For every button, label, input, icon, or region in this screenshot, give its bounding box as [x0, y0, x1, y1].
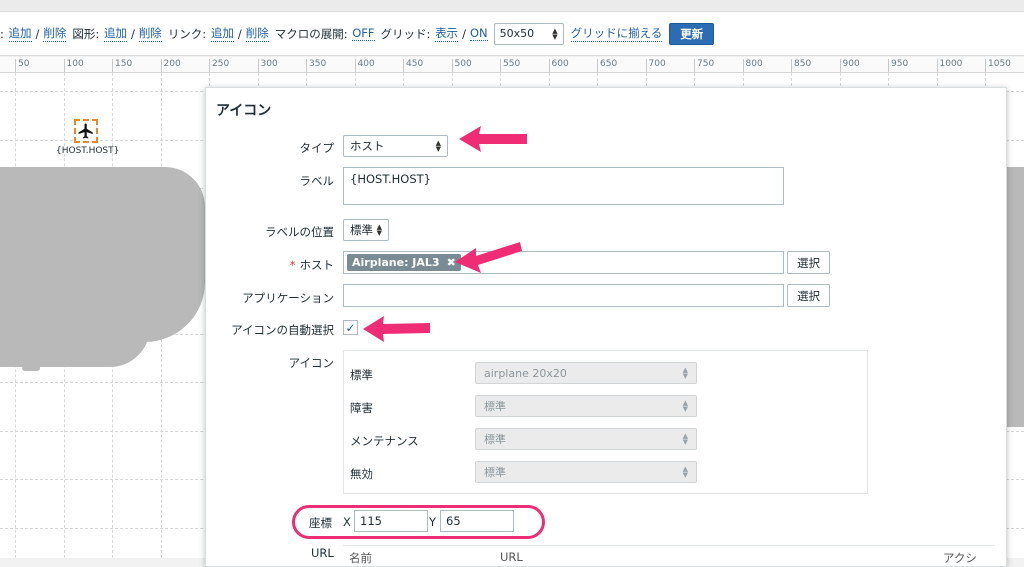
annotation-arrow-icon: [363, 316, 430, 342]
url-col-action: アクシ: [943, 551, 977, 565]
ruler-tick: 1050: [985, 59, 1011, 72]
delete-element-link[interactable]: 削除: [43, 25, 67, 42]
add-link-link[interactable]: 追加: [210, 25, 234, 42]
add-element-link[interactable]: 追加: [8, 25, 32, 42]
ruler-tick: 200: [160, 59, 181, 72]
host-multiselect[interactable]: Airplane: JAL3 ✖: [343, 251, 784, 274]
ruler-tick: 300: [257, 59, 278, 72]
delete-link-link[interactable]: 削除: [245, 25, 269, 42]
checkmark-icon: ✓: [345, 320, 356, 335]
panel-title: アイコン: [216, 103, 272, 119]
icon-settings-box: 標準 airplane 20x20 ▲ ▼ 障害 標準 ▲ ▼ メンテナンス 標準 ▲ ▼ …: [343, 350, 868, 494]
icon-maintenance-select[interactable]: 標準 ▲ ▼: [475, 428, 697, 450]
ruler-tick: 450: [403, 59, 423, 72]
map-element-host[interactable]: {HOST.HOST}: [56, 119, 120, 156]
link-label: リンク:: [167, 26, 207, 41]
application-select-button[interactable]: 選択: [787, 284, 830, 307]
host-label: * ホスト: [289, 258, 334, 272]
updown-arrows-icon: ▲ ▼: [682, 399, 688, 413]
updown-arrows-icon: ▲ ▼: [435, 139, 441, 153]
host-chip[interactable]: Airplane: JAL3 ✖: [347, 254, 461, 271]
macro-label: マクロの展開:: [274, 26, 348, 41]
label-textarea[interactable]: {HOST.HOST}: [343, 167, 784, 205]
url-col-url: URL: [500, 550, 523, 564]
grid-size-select[interactable]: 50x50 ▲ ▼: [493, 22, 564, 45]
macro-toggle[interactable]: OFF: [352, 26, 375, 41]
icon-label: アイコン: [288, 356, 334, 370]
grid-on-toggle[interactable]: ON: [469, 26, 488, 41]
horizontal-ruler: 50 100 150 200 250 300 350 400 450 500 550 600 650 70…: [0, 57, 1024, 73]
type-select[interactable]: ホスト ▲ ▼: [343, 135, 448, 157]
application-input[interactable]: [343, 284, 784, 307]
ruler-tick: 250: [209, 59, 229, 72]
map-element-caption: {HOST.HOST}: [56, 146, 120, 156]
add-shape-link[interactable]: 追加: [103, 25, 127, 42]
icon-maintenance-label: メンテナンス: [350, 434, 419, 448]
ruler-tick: 700: [645, 59, 666, 72]
map-land-right: [1007, 167, 1024, 427]
map-island: [22, 365, 40, 371]
airplane-icon: [78, 123, 93, 139]
update-button[interactable]: 更新: [669, 22, 715, 45]
url-table-header: 名前 URL アクシ: [343, 545, 995, 567]
ruler-tick: 750: [694, 59, 714, 72]
host-select-button[interactable]: 選択: [787, 251, 830, 274]
auto-icon-label: アイコンの自動選択: [231, 323, 334, 337]
updown-arrows-icon: ▲ ▼: [682, 366, 688, 380]
annotation-highlight-oval: [292, 505, 545, 539]
align-to-grid-link[interactable]: グリッドに揃える: [570, 25, 663, 42]
ruler-tick: 600: [548, 59, 569, 72]
url-col-name: 名前: [349, 551, 372, 565]
auto-icon-checkbox[interactable]: ✓: [343, 320, 358, 335]
grid-show-toggle[interactable]: 表示: [435, 25, 459, 42]
icon-default-select[interactable]: airplane 20x20 ▲ ▼: [475, 362, 697, 384]
ruler-tick: 50: [15, 59, 29, 72]
label-position-label: ラベルの位置: [265, 225, 334, 239]
application-label: アプリケーション: [242, 291, 334, 305]
ruler-tick: 650: [597, 59, 617, 72]
annotation-arrow-icon: [459, 126, 527, 152]
ruler-tick: 500: [451, 59, 472, 72]
ruler-tick: 850: [791, 59, 811, 72]
grid-label: グリッド:: [380, 26, 431, 41]
ruler-tick: 900: [839, 59, 860, 72]
updown-arrows-icon: ▲ ▼: [376, 223, 382, 237]
ruler-tick: 150: [112, 59, 132, 72]
updown-arrows-icon: ▲ ▼: [552, 26, 558, 41]
icon-disabled-select[interactable]: 標準 ▲ ▼: [475, 461, 697, 483]
ruler-tick: 350: [306, 59, 326, 72]
ruler-tick: 950: [888, 59, 908, 72]
ruler-tick: 100: [63, 59, 84, 72]
ruler-tick: 1000: [936, 59, 962, 72]
map-land-left-lower: [0, 307, 150, 367]
ruler-tick: 400: [354, 59, 375, 72]
icon-disabled-label: 無効: [350, 467, 373, 481]
label-label: ラベル: [299, 174, 335, 188]
updown-arrows-icon: ▲ ▼: [682, 465, 688, 479]
type-label: タイプ: [299, 141, 335, 155]
icon-problem-select[interactable]: 標準 ▲ ▼: [475, 395, 697, 417]
ruler-tick: 550: [500, 59, 520, 72]
shape-label: 図形:: [72, 26, 100, 41]
annotation-arrow-icon: [455, 242, 522, 273]
updown-arrows-icon: ▲ ▼: [682, 432, 688, 446]
icon-default-label: 標準: [350, 368, 373, 382]
window-top-strip: [0, 0, 1024, 12]
element-properties-panel: アイコン タイプ ホスト ▲ ▼ ラベル {HOST.HOST} ラベルの位置 標…: [205, 87, 1007, 567]
delete-shape-link[interactable]: 削除: [138, 25, 162, 42]
map-editor-toolbar: : 追加 / 削除 図形: 追加 / 削除 リンク: 追加 / 削除 マクロの展…: [0, 12, 1024, 56]
icon-problem-label: 障害: [350, 401, 373, 415]
required-marker: *: [289, 258, 296, 272]
selection-frame[interactable]: [74, 119, 98, 143]
label-position-select[interactable]: 標準 ▲ ▼: [343, 219, 389, 241]
ruler-tick: 800: [742, 59, 763, 72]
